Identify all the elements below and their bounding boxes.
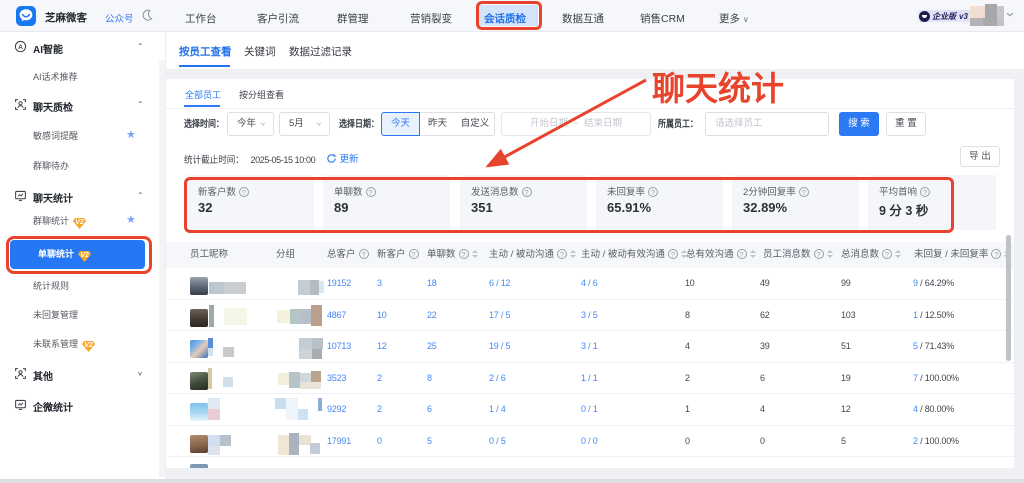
svg-text:A: A (18, 44, 23, 51)
